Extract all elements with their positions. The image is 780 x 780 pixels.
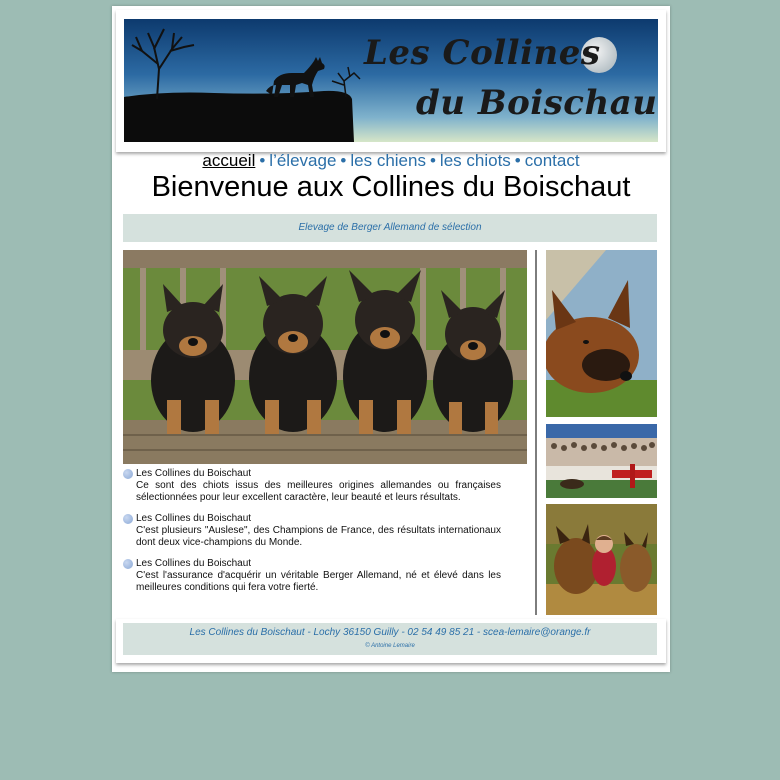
footer-credit: © Antoine Lemaire [365,643,415,649]
page-container: Les Collines du Boischaut accueil • l’élev… [112,6,670,672]
intro-list: Les Collines du Boischaut Ce sont des ch… [123,468,501,603]
dog-show-photo[interactable] [546,424,657,498]
banner-title-line2: du Boischaut [416,83,658,123]
list-item: Les Collines du Boischaut Ce sont des ch… [123,468,501,504]
child-with-dogs-photo[interactable] [546,504,657,615]
item-title: Les Collines du Boischaut [136,558,252,569]
footer-contact[interactable]: Les Collines du Boischaut - Lochy 36150 … [123,627,657,638]
bullet-icon [123,514,133,524]
nav-item-chiens[interactable]: les chiens [350,151,426,170]
nav-separator: • [340,151,347,170]
nav-item-chiots[interactable]: les chiots [440,151,511,170]
nav-item-elevage[interactable]: l’élevage [269,151,336,170]
item-text: C'est l'assurance d'acquérir un véritabl… [136,570,501,593]
dog-portrait-photo[interactable] [546,250,657,417]
bullet-icon [123,559,133,569]
bullet-icon [123,469,133,479]
item-title: Les Collines du Boischaut [136,468,252,479]
nav-item-contact[interactable]: contact [525,151,580,170]
list-item: Les Collines du Boischaut C'est l'assura… [123,558,501,594]
list-item: Les Collines du Boischaut C'est plusieur… [123,513,501,549]
child-with-dogs-illustration [546,504,657,615]
page-title: Bienvenue aux Collines du Boischaut [151,171,631,203]
banner-title-line1: Les Collines [364,33,601,73]
puppies-photo[interactable] [123,250,527,464]
banner-image[interactable]: Les Collines du Boischaut [124,19,658,142]
puppies-illustration [123,250,527,464]
nav-separator: • [429,151,436,170]
footer: Les Collines du Boischaut - Lochy 36150 … [123,623,657,655]
column-divider [535,250,537,615]
subtitle-bar: Elevage de Berger Allemand de sélection [123,214,657,242]
header-frame: Les Collines du Boischaut [116,10,666,152]
nav-separator: • [514,151,521,170]
item-title: Les Collines du Boischaut [136,513,252,524]
dog-portrait-illustration [546,250,657,417]
hill-silhouette [124,90,354,142]
item-text: Ce sont des chiots issus des meilleures … [136,480,501,503]
nav-separator: • [259,151,266,170]
subtitle-text: Elevage de Berger Allemand de sélection [298,222,482,233]
main-nav: accueil • l’élevage • les chiens • les chiots •… [112,151,670,171]
nav-item-accueil[interactable]: accueil [202,151,255,170]
dog-show-illustration [546,424,657,498]
item-text: C'est plusieurs "Auslese", des Champions… [136,525,501,548]
